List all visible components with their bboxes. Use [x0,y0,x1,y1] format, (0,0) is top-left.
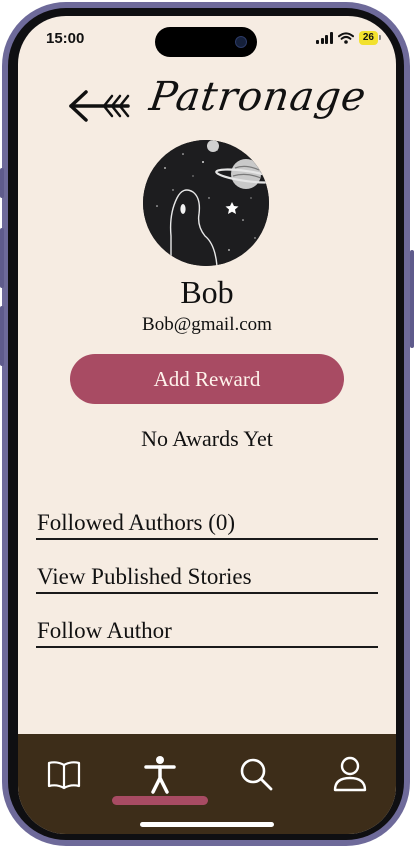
search-icon[interactable] [236,754,276,794]
action-button [0,168,4,198]
view-published-stories-label: View Published Stories [37,564,252,589]
followed-authors-label: Followed Authors (0) [37,510,236,535]
bottom-tab-bar [18,734,396,834]
user-icon[interactable] [330,754,370,794]
volume-down-button [0,306,4,366]
battery-icon: 26 [358,31,382,45]
dynamic-island [155,27,257,57]
wifi-icon [337,32,354,44]
follow-author-link[interactable]: Follow Author [36,610,378,648]
active-tab-indicator [112,796,208,805]
avatar-illustration [143,140,269,266]
app-title: Patronage [146,74,370,120]
status-time: 15:00 [46,30,85,47]
avatar [143,140,269,266]
power-button [410,250,414,348]
status-bar: 15:00 26 [18,16,396,60]
person-icon[interactable] [140,754,180,794]
home-indicator [140,822,274,827]
followed-authors-link[interactable]: Followed Authors (0) [36,502,378,540]
awards-status-text: No Awards Yet [141,426,273,451]
add-reward-button[interactable]: Add Reward [70,354,344,404]
app-header: Patronage [18,66,396,146]
view-published-stories-link[interactable]: View Published Stories [36,556,378,594]
app-screen: 15:00 26 Patronage Bob Bob@gmail.com Add… [18,16,396,834]
book-icon[interactable] [44,754,84,794]
back-arrow-icon[interactable] [68,86,130,126]
camera-icon [235,36,247,48]
signal-icon [316,32,333,44]
profile-email: Bob@gmail.com [142,314,272,335]
follow-author-label: Follow Author [37,618,172,643]
profile-name: Bob [180,274,234,310]
status-icons: 26 [316,30,382,46]
volume-up-button [0,228,4,288]
